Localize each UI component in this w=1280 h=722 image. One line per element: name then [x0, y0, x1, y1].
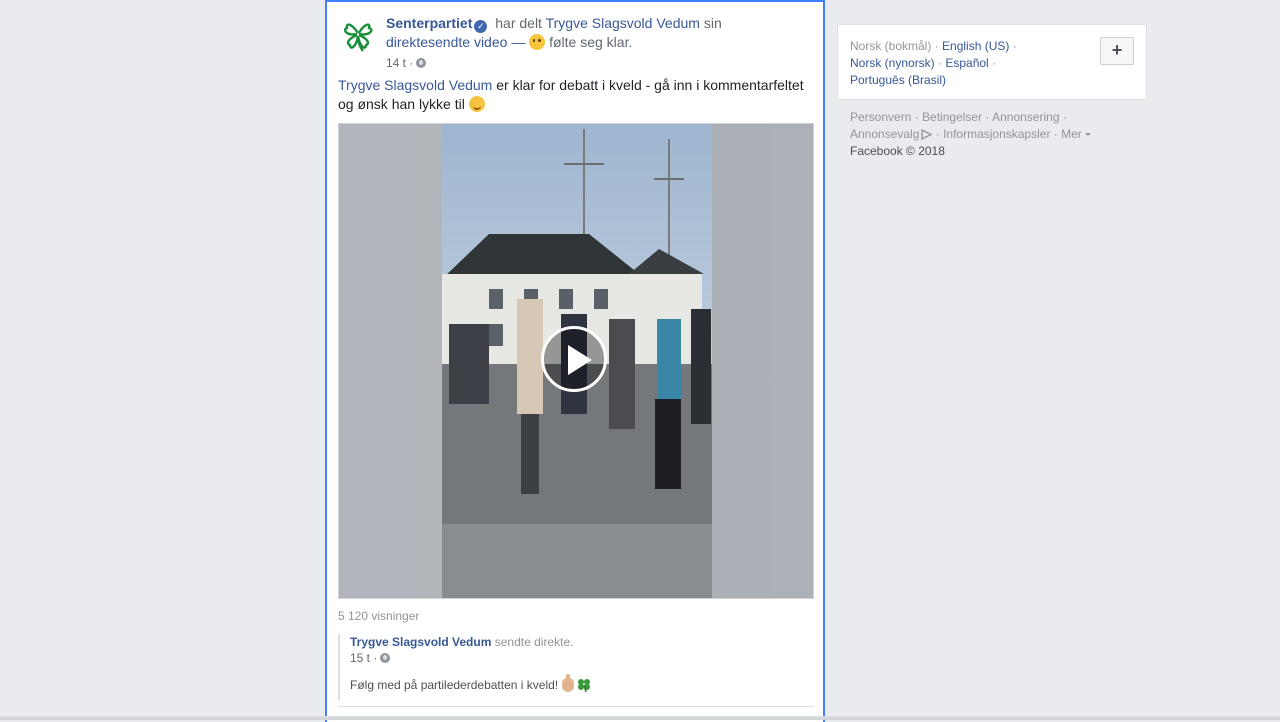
feeling-emoji-icon [529, 34, 546, 50]
ad-choices-icon [921, 128, 933, 141]
thumbs-up-icon [562, 674, 575, 692]
four-leaf-clover-icon [578, 679, 591, 692]
body-person-link[interactable]: Trygve Slagsvold Vedum [338, 77, 492, 93]
original-text-row: Følg med på partilederdebatten i kveld! [350, 674, 802, 692]
feeling-text: følte seg klar. [549, 34, 633, 50]
original-timestamp[interactable]: 15 t [350, 651, 370, 665]
language-portuguese[interactable]: Português (Brasil) [850, 73, 946, 87]
more-link[interactable]: Mer [1061, 127, 1082, 141]
post-timestamp[interactable]: 14 t [386, 56, 406, 70]
shared-prefix: har delt [495, 15, 542, 31]
original-author-link[interactable]: Trygve Slagsvold Vedum [350, 635, 491, 649]
language-list: Norsk (bokmål) · English (US) · Norsk (n… [850, 39, 1017, 87]
divider [338, 706, 814, 707]
language-nynorsk[interactable]: Norsk (nynorsk) [850, 56, 935, 70]
copyright: Facebook © 2018 [850, 144, 945, 158]
cookies-link[interactable]: Informasjonskapsler [943, 127, 1050, 141]
language-card: Norsk (bokmål) · English (US) · Norsk (n… [837, 24, 1147, 100]
original-text: Følg med på partilederdebatten i kveld! [350, 678, 559, 692]
terms-link[interactable]: Betingelser [922, 110, 982, 124]
original-post-attachment: Trygve Slagsvold Vedum sendte direkte. 1… [338, 634, 802, 700]
globe-icon[interactable] [380, 653, 391, 663]
verified-badge-icon: ✓ [474, 20, 488, 33]
smiling-emoji-icon [468, 96, 485, 112]
page-avatar[interactable] [338, 14, 378, 54]
post-header-text: Senterpartiet ✓ har delt Trygve Slagsvold… [386, 14, 766, 52]
shared-object-link[interactable]: direktesendte video [386, 34, 507, 50]
bottom-bar-shadow [0, 716, 1280, 720]
shared-person-link[interactable]: Trygve Slagsvold Vedum [546, 15, 700, 31]
senterpartiet-clover-logo [343, 23, 373, 52]
add-language-button[interactable]: + [1100, 37, 1134, 65]
play-icon[interactable] [541, 326, 607, 392]
video-player[interactable] [338, 123, 814, 599]
language-current: Norsk (bokmål) [850, 39, 932, 53]
post-card: Senterpartiet ✓ har delt Trygve Slagsvold… [325, 0, 825, 722]
original-meta: 15 t · [350, 651, 802, 665]
language-spanish[interactable]: Español [945, 56, 988, 70]
dash: — [511, 34, 526, 50]
page-name-link[interactable]: Senterpartiet [386, 15, 472, 31]
ad-choices-link[interactable]: Annonsevalg [850, 127, 919, 141]
post-body: Trygve Slagsvold Vedum er klar for debat… [338, 76, 814, 114]
privacy-link[interactable]: Personvern [850, 110, 911, 124]
view-count: 5 120 visninger [338, 609, 420, 623]
post-meta: 14 t · [386, 56, 427, 70]
language-english[interactable]: English (US) [942, 39, 1009, 53]
footer-links: Personvern · Betingelser · Annonsering ·… [850, 109, 1130, 160]
chevron-down-icon [1084, 133, 1091, 136]
advertising-link[interactable]: Annonsering [992, 110, 1059, 124]
shared-suffix: sin [703, 15, 722, 31]
globe-icon[interactable] [416, 58, 427, 68]
original-action: sendte direkte. [494, 635, 574, 649]
